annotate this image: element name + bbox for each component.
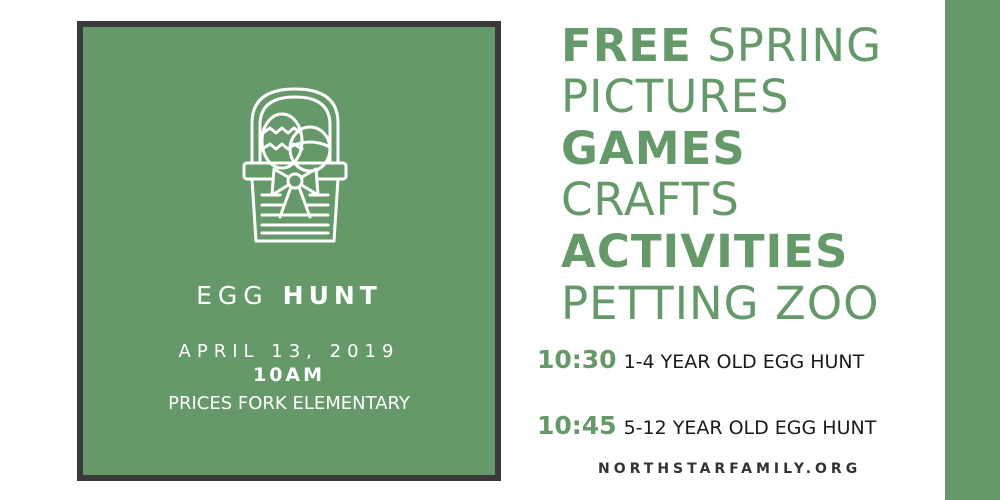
schedule-time: 10:45 <box>537 411 617 440</box>
feature-line-2: PICTURES <box>561 71 790 123</box>
feature-line-1: FREE SPRING <box>561 20 882 72</box>
feature-3-bold: GAMES <box>561 122 746 175</box>
schedule-item: 10:30 1-4 YEAR OLD EGG HUNT <box>537 345 864 378</box>
feature-line-3: GAMES <box>561 123 746 175</box>
feature-1-bold: FREE <box>561 19 692 72</box>
schedule-time: 10:30 <box>537 345 617 374</box>
feature-1-regular: SPRING <box>707 19 882 72</box>
schedule-item: 10:45 5-12 YEAR OLD EGG HUNT <box>537 411 876 444</box>
event-title-part2: HUNT <box>282 281 382 310</box>
easter-basket-icon <box>240 83 350 247</box>
website-url: NORTHSTARFAMILY.ORG <box>598 461 862 477</box>
event-title: EGG HUNT <box>83 281 495 311</box>
feature-line-4: CRAFTS <box>561 174 740 226</box>
event-date: APRIL 13, 2019 <box>178 341 400 362</box>
feature-4-regular: CRAFTS <box>561 173 740 226</box>
schedule-description: 5-12 YEAR OLD EGG HUNT <box>623 417 877 439</box>
feature-2-regular: PICTURES <box>561 70 790 123</box>
event-info-panel: EGG HUNT APRIL 13, 2019 10AM PRICES FORK… <box>77 21 501 481</box>
schedule-description: 1-4 YEAR OLD EGG HUNT <box>623 351 865 373</box>
event-title-part1: EGG <box>196 281 269 310</box>
feature-line-5: ACTIVITIES <box>561 226 848 278</box>
event-time: 10AM <box>252 364 326 386</box>
feature-5-bold: ACTIVITIES <box>561 225 849 278</box>
feature-line-6: PETTING ZOO <box>561 278 880 330</box>
decorative-stripe <box>945 0 1000 500</box>
feature-6-regular: PETTING ZOO <box>561 277 880 330</box>
event-location: PRICES FORK ELEMENTARY <box>168 393 410 414</box>
